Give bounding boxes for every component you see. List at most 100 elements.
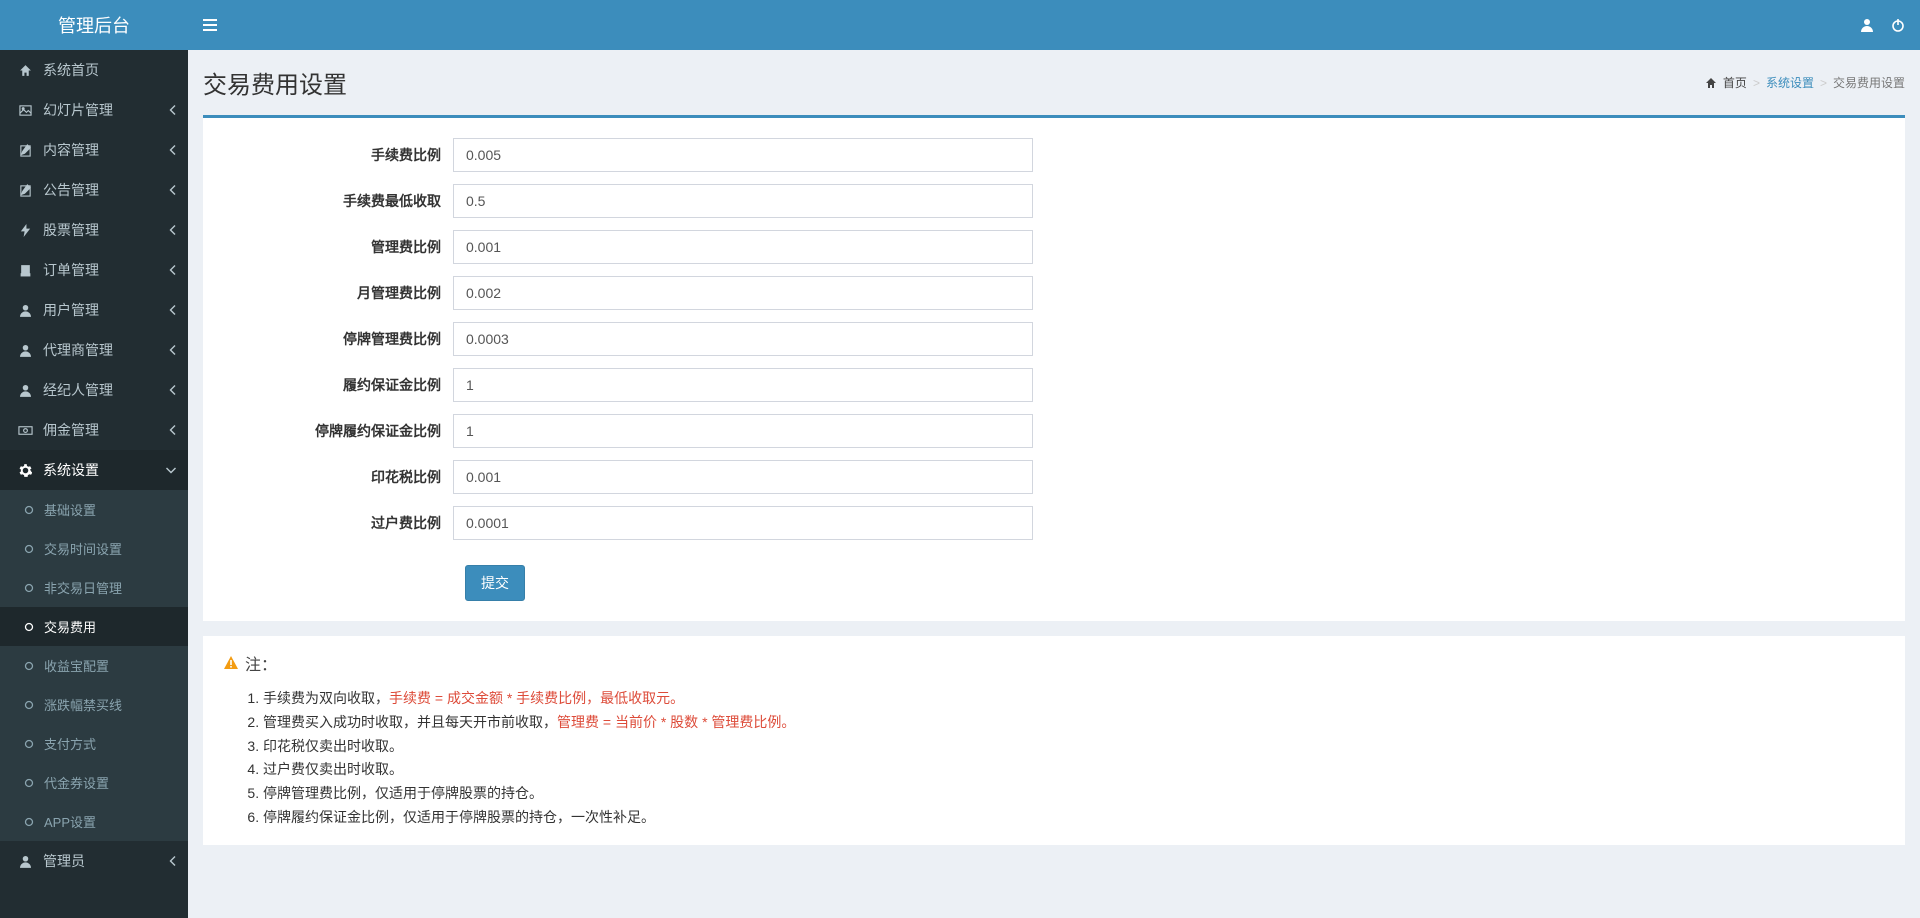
circle-icon bbox=[20, 622, 38, 632]
chevron-left-icon bbox=[169, 425, 176, 435]
note-pre: 印花税仅卖出时收取。 bbox=[263, 738, 403, 754]
circle-icon bbox=[20, 778, 38, 788]
submenu-item-label: 交易费用 bbox=[44, 617, 96, 636]
breadcrumb: 首页 > 系统设置 > 交易费用设置 bbox=[1705, 74, 1905, 91]
submenu-item-6[interactable]: 支付方式 bbox=[0, 724, 188, 763]
note-list: 手续费为双向收取，手续费 = 成交金额 * 手续费比例，最低收取元。管理费买入成… bbox=[223, 687, 1885, 830]
form-label-4: 停牌管理费比例 bbox=[213, 329, 453, 349]
sidebar-item-1[interactable]: 幻灯片管理 bbox=[0, 90, 188, 130]
sidebar-item-label: 经纪人管理 bbox=[43, 380, 113, 400]
form-label-6: 停牌履约保证金比例 bbox=[213, 421, 453, 441]
note-item-5: 停牌履约保证金比例，仅适用于停牌股票的持仓，一次性补足。 bbox=[263, 806, 1885, 830]
sidebar-item-4[interactable]: 股票管理 bbox=[0, 210, 188, 250]
note-title: 注： bbox=[223, 651, 1885, 675]
sidebar-item-label: 系统首页 bbox=[43, 60, 99, 80]
form-group-4: 停牌管理费比例 bbox=[213, 322, 1895, 356]
chevron-left-icon bbox=[169, 105, 176, 115]
sidebar-item-11[interactable]: 管理员 bbox=[0, 841, 188, 881]
submenu-item-0[interactable]: 基础设置 bbox=[0, 490, 188, 529]
submenu-item-label: APP设置 bbox=[44, 812, 96, 831]
sidebar-item-label: 用户管理 bbox=[43, 300, 99, 320]
sidebar-item-9[interactable]: 佣金管理 bbox=[0, 410, 188, 450]
submenu-item-5[interactable]: 涨跌幅禁买线 bbox=[0, 685, 188, 724]
breadcrumb-home[interactable]: 首页 bbox=[1723, 74, 1747, 91]
sidebar-item-0[interactable]: 系统首页 bbox=[0, 50, 188, 90]
chevron-left-icon bbox=[169, 225, 176, 235]
user-icon[interactable] bbox=[1861, 18, 1873, 32]
form-group-2: 管理费比例 bbox=[213, 230, 1895, 264]
content-wrapper: 交易费用设置 首页 > 系统设置 > 交易费用设置 手续费比例手续费最低收取管理… bbox=[188, 50, 1920, 918]
form-input-8[interactable] bbox=[453, 506, 1033, 540]
circle-icon bbox=[20, 817, 38, 827]
form-label-3: 月管理费比例 bbox=[213, 283, 453, 303]
note-item-1: 管理费买入成功时收取，并且每天开市前收取，管理费 = 当前价 * 股数 * 管理… bbox=[263, 711, 1885, 735]
power-icon[interactable] bbox=[1891, 18, 1905, 32]
submenu-item-label: 代金券设置 bbox=[44, 773, 109, 792]
sidebar-item-2[interactable]: 内容管理 bbox=[0, 130, 188, 170]
edit-icon bbox=[15, 184, 35, 197]
sidebar: 系统首页幻灯片管理内容管理公告管理股票管理订单管理用户管理代理商管理经纪人管理佣… bbox=[0, 50, 188, 918]
submenu-item-label: 非交易日管理 bbox=[44, 578, 122, 597]
note-item-4: 停牌管理费比例，仅适用于停牌股票的持仓。 bbox=[263, 782, 1885, 806]
sidebar-item-5[interactable]: 订单管理 bbox=[0, 250, 188, 290]
user-icon bbox=[15, 384, 35, 397]
sidebar-item-3[interactable]: 公告管理 bbox=[0, 170, 188, 210]
sidebar-item-7[interactable]: 代理商管理 bbox=[0, 330, 188, 370]
submenu-item-label: 支付方式 bbox=[44, 734, 96, 753]
circle-icon bbox=[20, 700, 38, 710]
chevron-down-icon bbox=[166, 467, 176, 474]
submenu-item-7[interactable]: 代金券设置 bbox=[0, 763, 188, 802]
money-icon bbox=[15, 425, 35, 436]
submit-button[interactable]: 提交 bbox=[465, 565, 525, 601]
note-red: 管理费 = 当前价 * 股数 * 管理费比例。 bbox=[557, 714, 795, 730]
note-item-2: 印花税仅卖出时收取。 bbox=[263, 735, 1885, 759]
chevron-left-icon bbox=[169, 265, 176, 275]
submenu-item-4[interactable]: 收益宝配置 bbox=[0, 646, 188, 685]
sidebar-item-label: 订单管理 bbox=[43, 260, 99, 280]
form-input-2[interactable] bbox=[453, 230, 1033, 264]
note-pre: 过户费仅卖出时收取。 bbox=[263, 761, 403, 777]
note-title-text: 注： bbox=[245, 651, 277, 675]
navbar bbox=[188, 0, 1920, 50]
logo[interactable]: 管理后台 bbox=[0, 0, 188, 50]
form-label-2: 管理费比例 bbox=[213, 237, 453, 257]
book-icon bbox=[15, 264, 35, 277]
form-input-3[interactable] bbox=[453, 276, 1033, 310]
chevron-left-icon bbox=[169, 345, 176, 355]
note-item-3: 过户费仅卖出时收取。 bbox=[263, 758, 1885, 782]
sidebar-item-label: 公告管理 bbox=[43, 180, 99, 200]
form-input-1[interactable] bbox=[453, 184, 1033, 218]
submenu-item-label: 收益宝配置 bbox=[44, 656, 109, 675]
form-group-5: 履约保证金比例 bbox=[213, 368, 1895, 402]
note-red: 手续费 = 成交金额 * 手续费比例，最低收取元。 bbox=[389, 690, 684, 706]
form-input-0[interactable] bbox=[453, 138, 1033, 172]
breadcrumb-parent[interactable]: 系统设置 bbox=[1766, 74, 1814, 91]
sidebar-item-10[interactable]: 系统设置 bbox=[0, 450, 188, 490]
sidebar-item-label: 股票管理 bbox=[43, 220, 99, 240]
note-box: 注： 手续费为双向收取，手续费 = 成交金额 * 手续费比例，最低收取元。管理费… bbox=[203, 636, 1905, 845]
form-input-4[interactable] bbox=[453, 322, 1033, 356]
menu-toggle-icon[interactable] bbox=[203, 18, 217, 32]
breadcrumb-sep: > bbox=[1820, 76, 1827, 90]
sidebar-item-label: 代理商管理 bbox=[43, 340, 113, 360]
submenu-item-2[interactable]: 非交易日管理 bbox=[0, 568, 188, 607]
form-input-5[interactable] bbox=[453, 368, 1033, 402]
sidebar-item-8[interactable]: 经纪人管理 bbox=[0, 370, 188, 410]
submenu-item-1[interactable]: 交易时间设置 bbox=[0, 529, 188, 568]
sidebar-item-6[interactable]: 用户管理 bbox=[0, 290, 188, 330]
breadcrumb-sep: > bbox=[1753, 76, 1760, 90]
form-label-8: 过户费比例 bbox=[213, 513, 453, 533]
circle-icon bbox=[20, 739, 38, 749]
user-icon bbox=[15, 855, 35, 868]
form-group-1: 手续费最低收取 bbox=[213, 184, 1895, 218]
form-input-6[interactable] bbox=[453, 414, 1033, 448]
submenu-item-label: 基础设置 bbox=[44, 500, 96, 519]
submenu-item-8[interactable]: APP设置 bbox=[0, 802, 188, 841]
form-group-7: 印花税比例 bbox=[213, 460, 1895, 494]
form-input-7[interactable] bbox=[453, 460, 1033, 494]
logo-text: 管理后台 bbox=[58, 12, 130, 38]
note-pre: 管理费买入成功时收取，并且每天开市前收取， bbox=[263, 714, 557, 730]
gear-icon bbox=[15, 464, 35, 477]
form-group-6: 停牌履约保证金比例 bbox=[213, 414, 1895, 448]
submenu-item-3[interactable]: 交易费用 bbox=[0, 607, 188, 646]
